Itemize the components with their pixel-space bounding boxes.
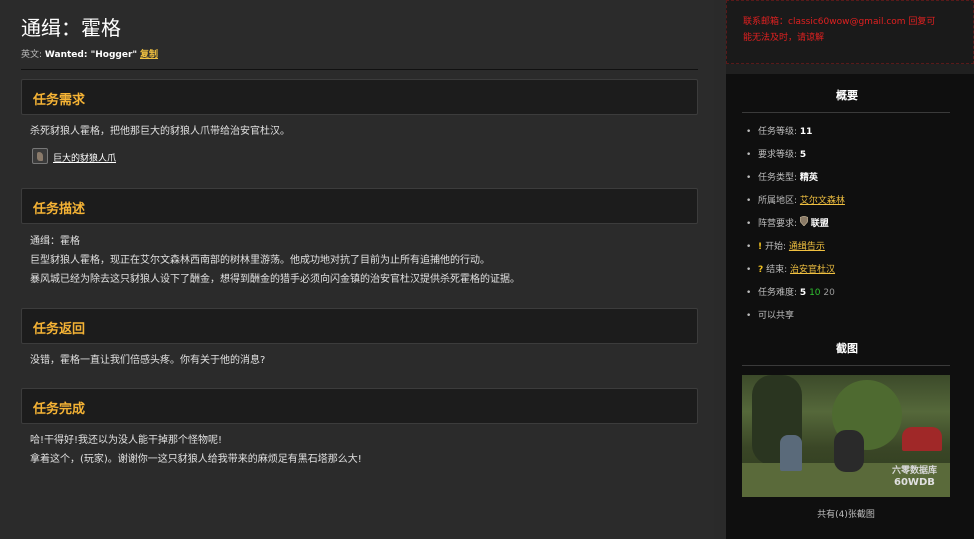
complete-heading: 任务完成 [33,402,86,417]
description-text: 通缉：霍格 巨型豺狼人霍格，现正在艾尔文森林西南部的树林里游荡。他成功地对抗了目… [30,232,520,289]
description-header: 任务描述 [21,188,698,224]
complete-line: 哈!干得好!我还以为没人能干掉那个怪物呢! [30,435,223,446]
watermark-text: 六零数据库 [892,466,938,476]
quest-type-row: 任务类型: 精英 [746,170,845,193]
complete-text: 哈!干得好!我还以为没人能干掉那个怪物呢! 拿着这个，(玩家)。谢谢你一这只豺狼… [30,431,362,469]
summary-list: 任务等级: 11 要求等级: 5 任务类型: 精英 所属地区: 艾尔文森林 阵营… [746,124,845,331]
item-link[interactable]: 巨大的豺狼人爪 [53,151,116,164]
shareable-text: 可以共享 [758,311,795,321]
zone-row: 所属地区: 艾尔文森林 [746,193,845,216]
faction-value: 联盟 [810,219,829,229]
summary-panel: 概要 任务等级: 11 要求等级: 5 任务类型: 精英 所属地区: 艾尔文森林… [726,74,974,539]
watermark-logo: 60WDB [894,477,935,488]
complete-line: 拿着这个，(玩家)。谢谢你一这只豺狼人给我带来的麻烦足有黑石塔那么大! [30,454,362,465]
quest-screenshot[interactable]: 六零数据库 60WDB [742,375,950,497]
faction-row: 阵营要求: 联盟 [746,215,845,239]
difficulty-row: 任务难度: 5 10 20 [746,285,845,308]
end-label: 结束: [766,265,788,275]
title-divider [21,69,698,70]
question-icon: ? [758,265,764,275]
shield-icon [799,215,811,229]
screenshots-title: 截图 [836,342,858,355]
claw-icon[interactable] [32,148,48,164]
screenshots-count[interactable]: 共有(4)张截图 [726,507,966,520]
screenshots-divider [742,365,950,366]
faction-label: 阵营要求: [758,219,798,229]
shareable-row: 可以共享 [746,308,845,331]
quest-type-value: 精英 [799,173,818,183]
english-name-line: 英文: Wanted: "Hogger" 复制 [21,47,158,60]
end-row: ? 结束: 治安官杜汉 [746,262,845,285]
required-level-value: 5 [799,150,807,160]
copy-button[interactable]: 复制 [140,50,158,60]
requirements-text: 杀死豺狼人霍格，把他那巨大的豺狼人爪带给治安官杜汉。 [30,126,290,137]
end-link[interactable]: 治安官杜汉 [790,265,835,275]
quest-level-value: 11 [799,127,813,137]
requirements-heading: 任务需求 [33,93,86,108]
quest-type-label: 任务类型: [758,173,798,183]
requirements-header: 任务需求 [21,79,698,115]
page-title: 通缉：霍格 [21,16,121,40]
return-text: 没错，霍格一直让我们倍感头疼。你有关于他的消息? [30,355,266,366]
difficulty-value: 10 [809,288,821,298]
start-label: 开始: [764,242,787,252]
description-heading: 任务描述 [33,202,86,217]
contact-line: 能无法及时，请谅解 [743,33,825,43]
return-heading: 任务返回 [33,322,86,337]
contact-notice: 联系邮箱：classic60wow@gmail.com 回复可 能无法及时，请谅… [726,0,974,64]
zone-label: 所属地区: [758,196,798,206]
summary-title: 概要 [836,89,858,102]
difficulty-label: 任务难度: [758,288,798,298]
start-row: ! 开始: 通缉告示 [746,239,845,262]
summary-divider [742,112,950,113]
quest-level-row: 任务等级: 11 [746,124,845,147]
complete-header: 任务完成 [21,388,698,424]
quest-level-label: 任务等级: [758,127,798,137]
difficulty-value: 5 [799,288,807,298]
description-line: 巨型豺狼人霍格，现正在艾尔文森林西南部的树林里游荡。他成功地对抗了目前为止所有追… [30,255,490,266]
sidebar: 联系邮箱：classic60wow@gmail.com 回复可 能无法及时，请谅… [726,0,974,539]
english-name: Wanted: "Hogger" [44,50,138,60]
difficulty-value: 20 [823,288,835,298]
main-content: 通缉：霍格 英文: Wanted: "Hogger" 复制 任务需求 杀死豺狼人… [0,0,714,539]
required-level-row: 要求等级: 5 [746,147,845,170]
return-header: 任务返回 [21,308,698,344]
exclamation-icon: ! [758,242,763,252]
description-line: 通缉：霍格 [30,236,80,247]
start-link[interactable]: 通缉告示 [789,242,825,252]
required-level-label: 要求等级: [758,150,798,160]
description-line: 暴风城已经为除去这只豺狼人设下了酬金，想得到酬金的猎手必须向闪金镇的治安官杜汉提… [30,274,520,285]
contact-line: 联系邮箱：classic60wow@gmail.com 回复可 [743,17,936,27]
english-label: 英文: [21,50,43,60]
zone-link[interactable]: 艾尔文森林 [800,196,845,206]
